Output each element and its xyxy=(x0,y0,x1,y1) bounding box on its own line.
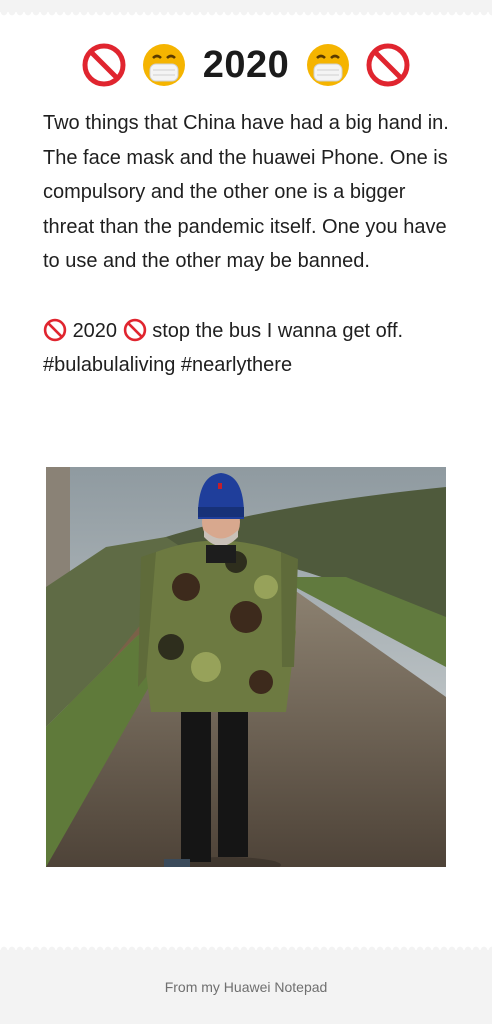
note-paragraph-2: 2020 stop the bus I wanna get off. #bula… xyxy=(43,314,453,383)
paragraph-year: 2020 xyxy=(72,319,118,342)
footer-label: From my Huawei Notepad xyxy=(164,979,328,995)
paragraph-tail: stop the bus I wanna get off. xyxy=(152,319,404,342)
face-mask-icon xyxy=(141,42,187,88)
torn-edge-top xyxy=(0,12,492,18)
note-body: Two things that China have had a big han… xyxy=(43,106,453,383)
hashtags: #bulabulaliving #nearlythere xyxy=(43,354,293,376)
no-entry-icon xyxy=(123,318,147,342)
note-photo[interactable] xyxy=(46,467,446,867)
footer: From my Huawei Notepad xyxy=(0,950,492,1024)
note-paragraph: Two things that China have had a big han… xyxy=(43,112,449,272)
no-entry-icon xyxy=(81,42,127,88)
no-entry-icon xyxy=(365,42,411,88)
no-entry-icon xyxy=(43,318,67,342)
note-title: 2020 xyxy=(0,36,492,94)
face-mask-icon xyxy=(305,42,351,88)
note-title-text: 2020 xyxy=(202,43,290,86)
